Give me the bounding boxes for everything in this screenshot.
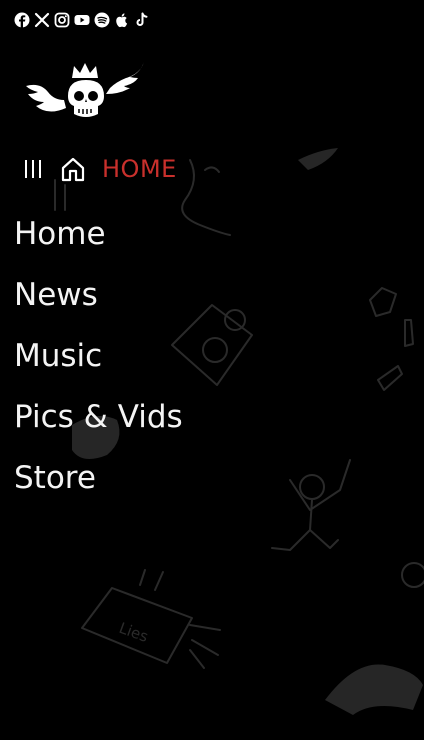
breadcrumb-bar: HOME (20, 150, 177, 188)
facebook-icon[interactable] (14, 12, 30, 28)
menu-item-news[interactable]: News (14, 265, 183, 326)
youtube-icon[interactable] (74, 12, 90, 28)
menu-item-store[interactable]: Store (14, 448, 183, 509)
site-logo[interactable] (24, 58, 150, 122)
page: Lies HOME Home News Music Pics & Vids St… (0, 0, 424, 740)
main-menu: Home News Music Pics & Vids Store (14, 204, 183, 509)
breadcrumb-current: HOME (102, 155, 177, 183)
x-icon[interactable] (34, 12, 50, 28)
menu-icon (25, 160, 41, 178)
home-button[interactable] (60, 156, 86, 182)
spotify-icon[interactable] (94, 12, 110, 28)
apple-icon[interactable] (114, 12, 130, 28)
menu-item-music[interactable]: Music (14, 326, 183, 387)
menu-item-home[interactable]: Home (14, 204, 183, 265)
menu-toggle-button[interactable] (20, 156, 46, 182)
doodle-text: Lies (117, 619, 151, 646)
tiktok-icon[interactable] (134, 12, 150, 28)
instagram-icon[interactable] (54, 12, 70, 28)
social-links (14, 11, 150, 29)
home-icon (61, 157, 85, 182)
menu-item-pics-vids[interactable]: Pics & Vids (14, 387, 183, 448)
